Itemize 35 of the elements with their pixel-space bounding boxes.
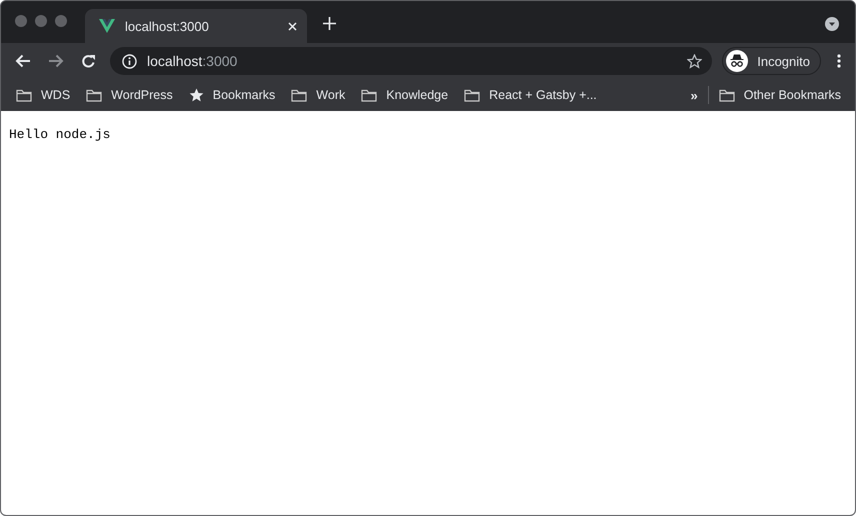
bookmark-star-icon[interactable] [687, 54, 702, 68]
close-window-button[interactable] [15, 15, 27, 27]
folder-icon [16, 88, 32, 102]
minimize-window-button[interactable] [35, 15, 47, 27]
tab-title: localhost:3000 [125, 18, 210, 34]
bookmark-link[interactable]: Work [316, 88, 346, 102]
forward-icon[interactable] [48, 54, 64, 68]
bookmark-link[interactable]: React + Gatsby +... [489, 88, 597, 102]
new-tab-icon[interactable] [323, 16, 336, 30]
folder-icon [361, 88, 378, 102]
reload-icon[interactable] [81, 54, 96, 68]
back-icon[interactable] [15, 54, 31, 68]
more-bookmarks-button[interactable]: » [690, 88, 698, 102]
bookmark-link[interactable]: WordPress [111, 88, 173, 102]
menu-icon[interactable] [837, 54, 841, 68]
folder-icon [291, 88, 308, 102]
address-bar[interactable]: localhost:3000 [110, 47, 712, 75]
bookmark-link[interactable]: WDS [41, 88, 70, 102]
folder-icon [718, 88, 735, 102]
url-text: localhost:3000 [147, 53, 238, 69]
folder-icon [86, 88, 102, 102]
folder-icon [464, 88, 480, 102]
bookmark-link[interactable]: Bookmarks [212, 88, 276, 102]
incognito-icon [726, 50, 748, 72]
other-bookmarks-link[interactable]: Other Bookmarks [744, 88, 841, 102]
browser-tab[interactable]: localhost:3000 [85, 9, 307, 43]
incognito-button[interactable]: Incognito [722, 47, 821, 75]
info-icon [122, 54, 137, 68]
star-icon [188, 88, 204, 102]
tab-search-icon[interactable] [825, 17, 839, 31]
close-tab-icon[interactable] [288, 22, 297, 30]
bookmark-link[interactable]: Knowledge [386, 88, 448, 102]
v-logo-icon [99, 19, 115, 33]
zoom-window-button[interactable] [55, 15, 67, 27]
page-text: Hello node.js [9, 127, 110, 142]
